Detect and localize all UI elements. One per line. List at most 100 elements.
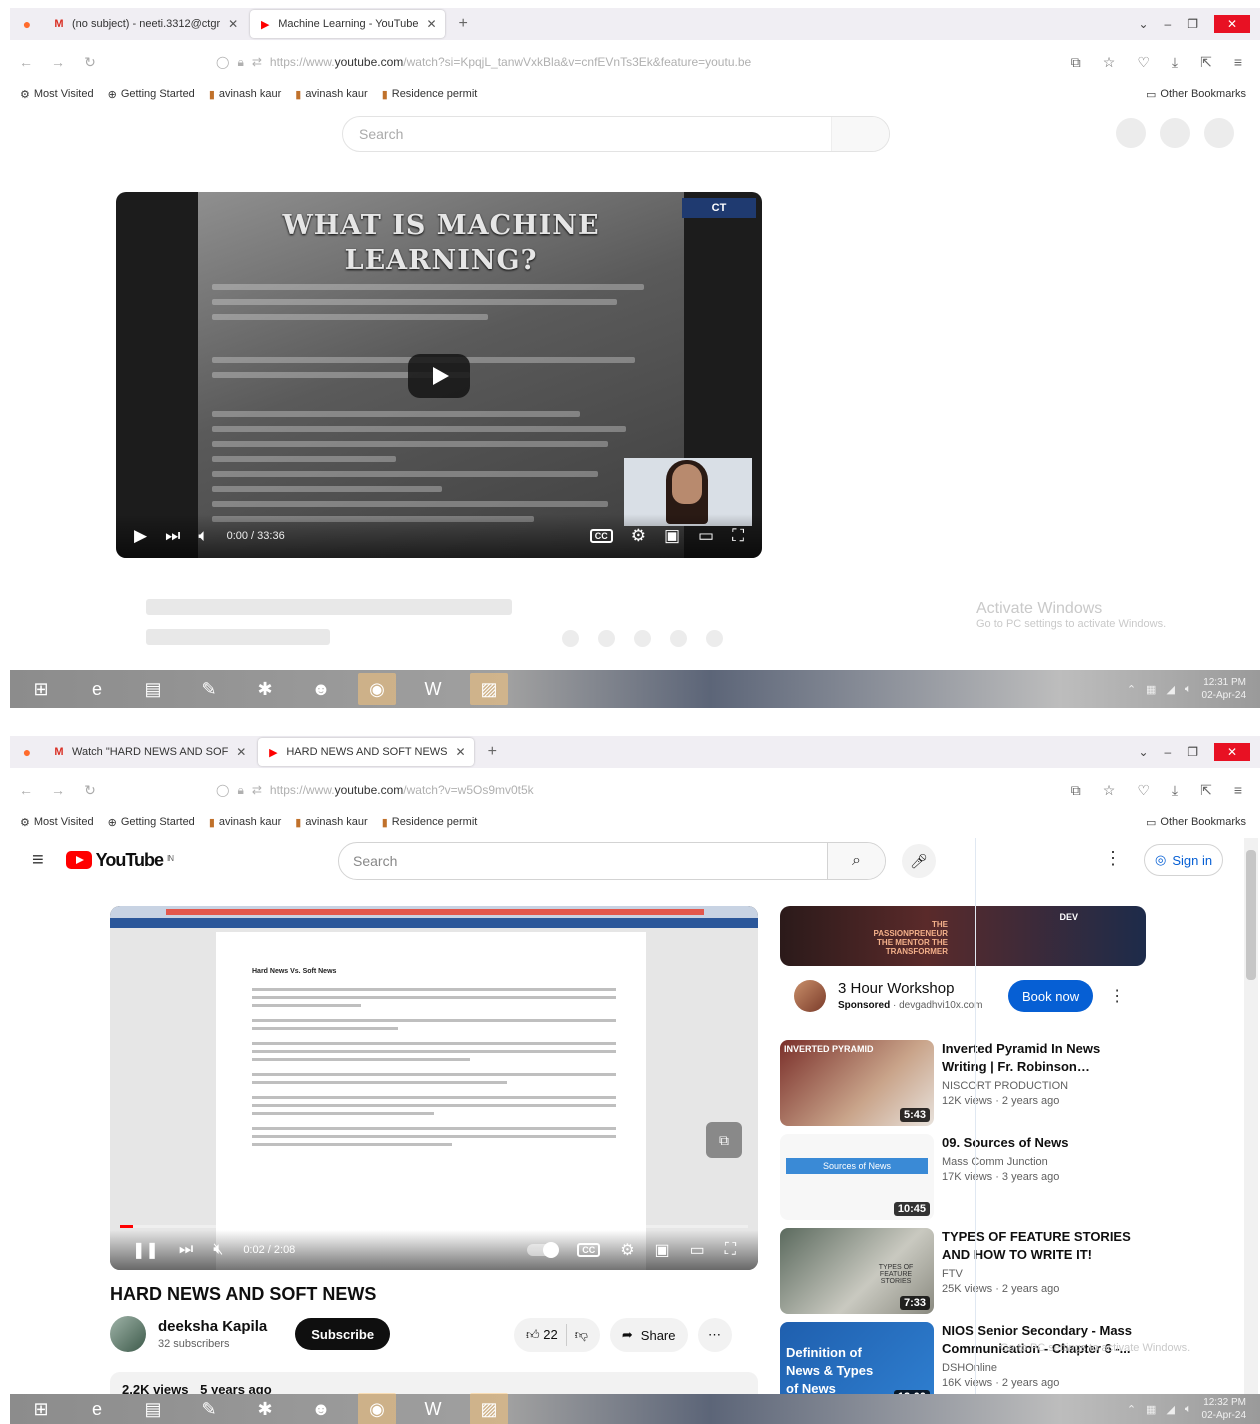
share-button[interactable]: ➦ Share bbox=[609, 1318, 688, 1352]
share-icon[interactable]: ⇱ bbox=[1200, 782, 1212, 799]
video-thumbnail[interactable]: TYPES OF FEATURE STORIES 7:33 bbox=[780, 1228, 934, 1314]
volume-icon[interactable]: 🔈︎ bbox=[198, 526, 208, 546]
recommendation-channel[interactable]: NISCORT PRODUCTION bbox=[942, 1080, 1138, 1092]
dislike-button[interactable]: 👎︎ bbox=[575, 1327, 588, 1343]
subscribe-button[interactable]: Subscribe bbox=[295, 1318, 391, 1350]
tab-youtube[interactable]: ▶ HARD NEWS AND SOFT NEWS ✕ bbox=[258, 738, 474, 766]
start-icon[interactable]: ⊞ bbox=[22, 673, 60, 705]
recommendation-channel[interactable]: DSHOnline bbox=[942, 1362, 1138, 1374]
signal-icon[interactable]: ◢ bbox=[1166, 1403, 1174, 1416]
word-icon[interactable]: W bbox=[414, 1393, 452, 1424]
next-icon[interactable]: ⏭ bbox=[165, 526, 180, 546]
large-play-button[interactable] bbox=[408, 354, 470, 398]
tab-gmail[interactable]: M Watch "HARD NEWS AND SOF ✕ bbox=[44, 738, 254, 766]
url-bar[interactable]: ◯ 🔒︎ ⇄ https://www.youtube.com/watch?si=… bbox=[216, 55, 751, 70]
start-icon[interactable]: ⊞ bbox=[22, 1393, 60, 1424]
bookmark-avinash-kaur[interactable]: ▮ avinash kaur bbox=[209, 88, 281, 101]
ad-title[interactable]: 3 Hour Workshop bbox=[838, 980, 1004, 997]
screenshot-icon[interactable]: ⧉ bbox=[1071, 54, 1081, 71]
recommendation-title[interactable]: Inverted Pyramid In News Writing | Fr. R… bbox=[942, 1040, 1138, 1076]
photos-icon[interactable]: ▨ bbox=[470, 673, 508, 705]
captions-icon[interactable]: CC bbox=[577, 1243, 601, 1257]
settings-gear-icon[interactable]: ⚙ bbox=[631, 526, 646, 546]
close-tab-icon[interactable]: ✕ bbox=[236, 745, 246, 759]
firefox-icon[interactable]: ● bbox=[10, 744, 44, 760]
recommendation-item[interactable]: TYPES OF FEATURE STORIES 7:33 TYPES OF F… bbox=[780, 1228, 1150, 1314]
close-tab-icon[interactable]: ✕ bbox=[456, 745, 466, 759]
settings-gear-icon[interactable]: ⚙ bbox=[620, 1240, 634, 1260]
minimize-icon[interactable]: – bbox=[1165, 745, 1172, 759]
clock[interactable]: 12:32 PM 02-Apr-24 bbox=[1202, 1396, 1246, 1422]
speaker-icon[interactable]: 🔈︎ bbox=[1185, 1403, 1192, 1416]
firefox-taskbar-icon[interactable]: ◉ bbox=[358, 673, 396, 705]
video-player[interactable]: WHAT IS MACHINE LEARNING? CT ▶ ⏭ 🔈︎ 0:00… bbox=[116, 192, 762, 558]
url-bar[interactable]: ◯ 🔒︎ ⇄ https://www.youtube.com/watch?v=w… bbox=[216, 783, 534, 798]
chevron-down-icon[interactable]: ⌄ bbox=[1138, 745, 1148, 759]
bookmark-star-icon[interactable]: ☆ bbox=[1103, 782, 1116, 799]
minimize-icon[interactable]: – bbox=[1165, 17, 1172, 31]
autoplay-toggle[interactable] bbox=[527, 1242, 560, 1258]
fullscreen-icon[interactable]: ⛶ bbox=[725, 1241, 736, 1259]
bookmark-residence-permit[interactable]: ▮ Residence permit bbox=[382, 816, 478, 829]
pocket-icon[interactable]: ♡ bbox=[1137, 54, 1150, 71]
close-window-icon[interactable]: ✕ bbox=[1214, 15, 1250, 33]
restore-icon[interactable]: ❐ bbox=[1187, 745, 1198, 759]
chat-app-icon[interactable]: ☻ bbox=[302, 673, 340, 705]
like-button[interactable]: 👍︎ 22 bbox=[526, 1327, 558, 1343]
bookmark-avinash-kaur[interactable]: ▮ avinash kaur bbox=[209, 816, 281, 829]
recommendation-title[interactable]: 09. Sources of News bbox=[942, 1134, 1138, 1152]
bookmark-avinash-kaur-2[interactable]: ▮ avinash kaur bbox=[295, 88, 367, 101]
menu-icon[interactable]: ≡ bbox=[1234, 54, 1242, 71]
youtube-logo[interactable]: YouTube IN bbox=[65, 850, 174, 871]
ad-banner[interactable]: THE PASSIONPRENEUR THE MENTOR THE TRANSF… bbox=[780, 906, 1146, 966]
pause-icon[interactable]: ❚❚ bbox=[132, 1240, 159, 1260]
fullscreen-icon[interactable]: ⛶ bbox=[732, 526, 744, 546]
recommendation-channel[interactable]: FTV bbox=[942, 1268, 1138, 1280]
share-icon[interactable]: ⇱ bbox=[1200, 54, 1212, 71]
reload-icon[interactable]: ↻ bbox=[74, 782, 106, 799]
advertiser-avatar[interactable] bbox=[794, 980, 826, 1012]
more-options-icon[interactable]: ⋮ bbox=[1104, 848, 1122, 869]
miniplayer-icon[interactable]: ▣ bbox=[664, 526, 680, 546]
recommendation-item[interactable]: INVERTED PYRAMID 5:43 Inverted Pyramid I… bbox=[780, 1040, 1150, 1126]
tray-arrow-icon[interactable]: ⌃ bbox=[1127, 683, 1136, 696]
internet-explorer-icon[interactable]: e bbox=[78, 1393, 116, 1424]
bookmark-avinash-kaur-2[interactable]: ▮ avinash kaur bbox=[295, 816, 367, 829]
bookmark-getting-started[interactable]: ⊕ Getting Started bbox=[108, 816, 195, 829]
photos-icon[interactable]: ▨ bbox=[470, 1393, 508, 1424]
scrollbar-handle[interactable] bbox=[1246, 850, 1256, 980]
close-tab-icon[interactable]: ✕ bbox=[426, 17, 436, 31]
firefox-icon[interactable]: ● bbox=[10, 16, 44, 32]
recommendation-channel[interactable]: Mass Comm Junction bbox=[942, 1156, 1138, 1168]
sponsored-ad[interactable]: THE PASSIONPRENEUR THE MENTOR THE TRANSF… bbox=[780, 906, 1146, 1012]
new-tab-icon[interactable]: + bbox=[488, 743, 497, 761]
muted-volume-icon[interactable]: 🔇︎ bbox=[213, 1241, 223, 1259]
app-icon[interactable]: ✎ bbox=[190, 1393, 228, 1424]
page-scrollbar[interactable] bbox=[1244, 838, 1258, 1394]
back-icon[interactable]: ← bbox=[10, 782, 42, 798]
voice-search-icon[interactable]: 🎤︎ bbox=[902, 844, 936, 878]
signal-icon[interactable]: ◢ bbox=[1166, 683, 1174, 696]
bookmark-getting-started[interactable]: ⊕ Getting Started bbox=[108, 88, 195, 101]
network-icon[interactable]: ▦ bbox=[1146, 683, 1156, 696]
screenshot-icon[interactable]: ⧉ bbox=[1071, 782, 1081, 799]
other-bookmarks[interactable]: ▭ Other Bookmarks bbox=[1146, 816, 1246, 829]
word-icon[interactable]: W bbox=[414, 673, 452, 705]
sticky-icon[interactable]: ✱ bbox=[246, 1393, 284, 1424]
other-bookmarks[interactable]: ▭ Other Bookmarks bbox=[1146, 88, 1246, 101]
video-player[interactable]: Hard News Vs. Soft News ⧉ ❚❚ ⏭ 🔇︎ 0:02 /… bbox=[110, 906, 758, 1270]
back-icon[interactable]: ← bbox=[10, 54, 42, 70]
chat-app-icon[interactable]: ☻ bbox=[302, 1393, 340, 1424]
download-icon[interactable]: ⤓ bbox=[1172, 782, 1178, 799]
search-button[interactable]: ⌕ bbox=[827, 843, 885, 879]
captions-icon[interactable]: CC bbox=[589, 529, 613, 543]
book-now-button[interactable]: Book now bbox=[1008, 980, 1094, 1012]
recommendation-item[interactable]: Sources of News 10:45 09. Sources of New… bbox=[780, 1134, 1150, 1220]
more-actions-button[interactable]: ⋯ bbox=[697, 1318, 732, 1352]
app-icon[interactable]: ✎ bbox=[190, 673, 228, 705]
tab-gmail[interactable]: M (no subject) - neeti.3312@ctgr ✕ bbox=[44, 10, 246, 38]
forward-icon[interactable]: → bbox=[42, 782, 74, 798]
channel-name[interactable]: deeksha Kapila bbox=[158, 1318, 267, 1335]
forward-icon[interactable]: → bbox=[42, 54, 74, 70]
speaker-icon[interactable]: 🔈︎ bbox=[1185, 683, 1192, 696]
